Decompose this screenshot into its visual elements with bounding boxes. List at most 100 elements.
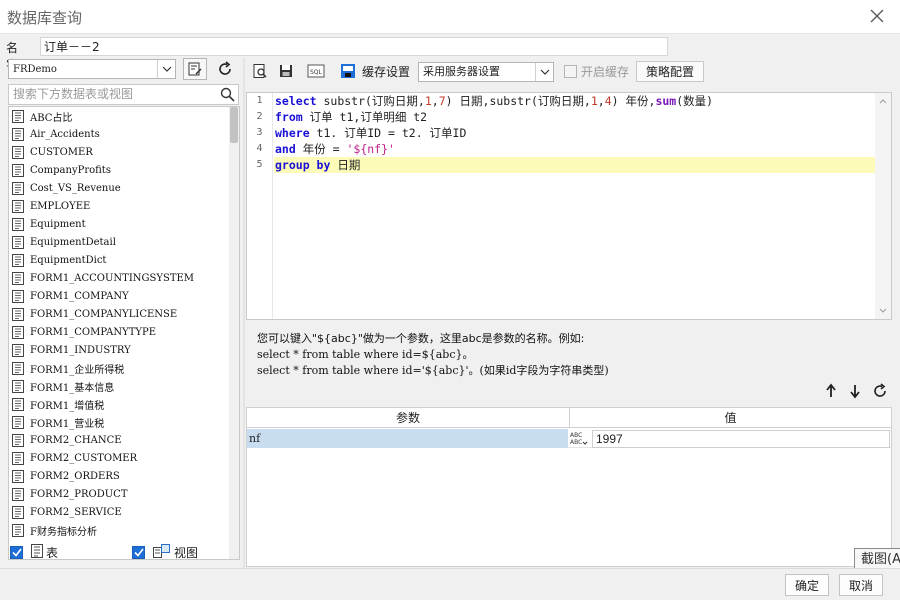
table-name: FORM1_COMPANY xyxy=(30,290,129,302)
code-token: where xyxy=(275,126,310,140)
sql-button[interactable]: SQL xyxy=(304,60,328,82)
list-item[interactable]: EquipmentDetail xyxy=(9,233,229,251)
cancel-button[interactable]: 取消 xyxy=(839,574,883,596)
list-item[interactable]: CompanyProfits xyxy=(9,161,229,179)
scroll-up-icon xyxy=(879,99,887,104)
ok-button[interactable]: 确定 xyxy=(785,574,829,596)
list-item[interactable]: FORM2_ORDERS xyxy=(9,467,229,485)
list-item[interactable]: FORM1_COMPANYLICENSE xyxy=(9,305,229,323)
list-item[interactable]: FORM2_SERVICE xyxy=(9,503,229,521)
table-search-input[interactable]: 搜索下方数据表或视图 xyxy=(8,84,239,105)
cache-settings-button[interactable]: 缓存设置 xyxy=(340,60,410,82)
strategy-config-label: 策略配置 xyxy=(645,65,694,79)
code-text: t1. 订单ID = t2. 订单ID xyxy=(309,126,467,140)
dialog-footer: 确定 取消 xyxy=(0,568,900,600)
code-text: 年份 = xyxy=(295,142,347,156)
list-item[interactable]: F财务指标分析 xyxy=(9,521,229,539)
table-name: FORM2_CHANCE xyxy=(30,434,122,446)
table-icon xyxy=(12,289,24,303)
search-icon[interactable] xyxy=(220,87,235,108)
string-type-icon[interactable]: ABC ABC xyxy=(569,430,589,447)
svg-text:SQL: SQL xyxy=(310,69,323,76)
list-item[interactable]: EMPLOYEE xyxy=(9,197,229,215)
svg-text:ABC: ABC xyxy=(570,432,582,439)
code-token: and xyxy=(275,142,296,156)
code-token: select xyxy=(275,94,317,108)
table-icon xyxy=(12,253,24,267)
show-views-check[interactable]: 视图 xyxy=(132,544,198,561)
table-icon xyxy=(12,235,24,249)
left-panel: FRDemo 搜索下方数据表或视图 ABC占比 Air_Accidents CUST… xyxy=(6,58,240,568)
check-icon[interactable] xyxy=(132,546,145,559)
connection-select[interactable]: FRDemo xyxy=(8,59,176,79)
table-row[interactable]: nf ABC ABC 1997 xyxy=(247,429,891,448)
move-down-icon[interactable] xyxy=(848,383,862,402)
list-item[interactable]: Equipment xyxy=(9,215,229,233)
check-icon[interactable] xyxy=(10,546,23,559)
move-up-icon[interactable] xyxy=(824,383,838,402)
show-tables-check[interactable]: 表 xyxy=(10,544,58,561)
list-item[interactable]: FORM1_营业税 xyxy=(9,413,229,431)
parameter-table-header: 参数 值 xyxy=(247,408,891,428)
table-icon xyxy=(12,217,24,231)
sql-editor[interactable]: 12345 select substr(订购日期,1,7) 日期,substr(… xyxy=(246,92,892,320)
table-icon xyxy=(12,433,24,447)
scrollbar-thumb[interactable] xyxy=(230,107,238,143)
code-token: 1 xyxy=(424,94,432,108)
table-name: FORM1_COMPANYTYPE xyxy=(30,326,157,338)
list-item[interactable]: FORM1_COMPANYTYPE xyxy=(9,323,229,341)
list-item[interactable]: FORM2_PRODUCT xyxy=(9,485,229,503)
param-column-header: 参数 xyxy=(395,411,420,425)
table-name: FORM2_SERVICE xyxy=(30,506,122,518)
param-value-input[interactable]: 1997 xyxy=(592,430,890,448)
code-text: , xyxy=(431,94,439,108)
table-icon xyxy=(12,127,24,141)
table-icon xyxy=(12,451,24,465)
list-item[interactable]: Cost_VS_Revenue xyxy=(9,179,229,197)
table-name: F财务指标分析 xyxy=(30,526,97,538)
table-list-scrollbar[interactable] xyxy=(229,107,239,559)
list-item[interactable]: FORM1_COMPANY xyxy=(9,287,229,305)
list-item[interactable]: FORM2_CUSTOMER xyxy=(9,449,229,467)
title-bar: 数据库查询 xyxy=(0,0,900,34)
list-item[interactable]: FORM1_INDUSTRY xyxy=(9,341,229,359)
splitter[interactable] xyxy=(243,58,245,568)
parameter-hint: 您可以键入"${abc}"做为一个参数，这里abc是参数的名称。例如: sele… xyxy=(257,331,609,379)
code-text: 订单 t1,订单明细 t2 xyxy=(302,110,428,124)
param-name-cell[interactable]: nf xyxy=(247,429,568,448)
table-name: EMPLOYEE xyxy=(30,200,91,212)
list-item[interactable]: ABC占比 xyxy=(9,107,229,125)
table-name: FORM1_企业所得税 xyxy=(30,364,125,376)
refresh-params-icon[interactable] xyxy=(872,383,888,402)
name-input[interactable] xyxy=(40,37,668,56)
code-text: 日期 xyxy=(330,158,361,172)
list-item[interactable]: CUSTOMER xyxy=(9,143,229,161)
list-item[interactable]: FORM1_ACCOUNTINGSYSTEM xyxy=(9,269,229,287)
list-item[interactable]: FORM2_CHANCE xyxy=(9,431,229,449)
strategy-config-button[interactable]: 策略配置 xyxy=(636,61,704,82)
list-item[interactable]: FORM1_基本信息 xyxy=(9,377,229,395)
cache-mode-select[interactable]: 采用服务器设置 xyxy=(418,62,554,82)
editor-scrollbar[interactable] xyxy=(875,93,891,319)
table-name: FORM1_营业税 xyxy=(30,418,105,430)
preview-button[interactable] xyxy=(248,60,272,82)
list-item[interactable]: Air_Accidents xyxy=(9,125,229,143)
code-text: (数量) xyxy=(676,94,714,108)
table-name: FORM1_COMPANYLICENSE xyxy=(30,308,178,320)
checkbox-empty-icon xyxy=(564,65,577,78)
edit-connection-button[interactable] xyxy=(183,58,207,80)
save-button[interactable] xyxy=(274,60,298,82)
list-item[interactable]: FORM1_增值税 xyxy=(9,395,229,413)
window-title: 数据库查询 xyxy=(7,9,83,27)
hint-line-1: 您可以键入"${abc}"做为一个参数，这里abc是参数的名称。例如: xyxy=(257,332,585,345)
code-area[interactable]: select substr(订购日期,1,7) 日期,substr(订购日期,1… xyxy=(274,93,876,173)
close-icon[interactable] xyxy=(866,5,888,27)
table-list: ABC占比 Air_Accidents CUSTOMER CompanyProfits… xyxy=(8,106,240,560)
table-icon xyxy=(12,487,24,501)
query-dialog: 名字: FRDemo 搜索下方数据表或视图 ABC占 xyxy=(0,34,900,600)
line-number-gutter: 1 2 3 4 5 xyxy=(247,93,273,319)
list-item[interactable]: FORM1_企业所得税 xyxy=(9,359,229,377)
refresh-connection-button[interactable] xyxy=(213,58,237,80)
list-item[interactable]: EquipmentDict xyxy=(9,251,229,269)
cache-settings-label: 缓存设置 xyxy=(362,64,411,79)
